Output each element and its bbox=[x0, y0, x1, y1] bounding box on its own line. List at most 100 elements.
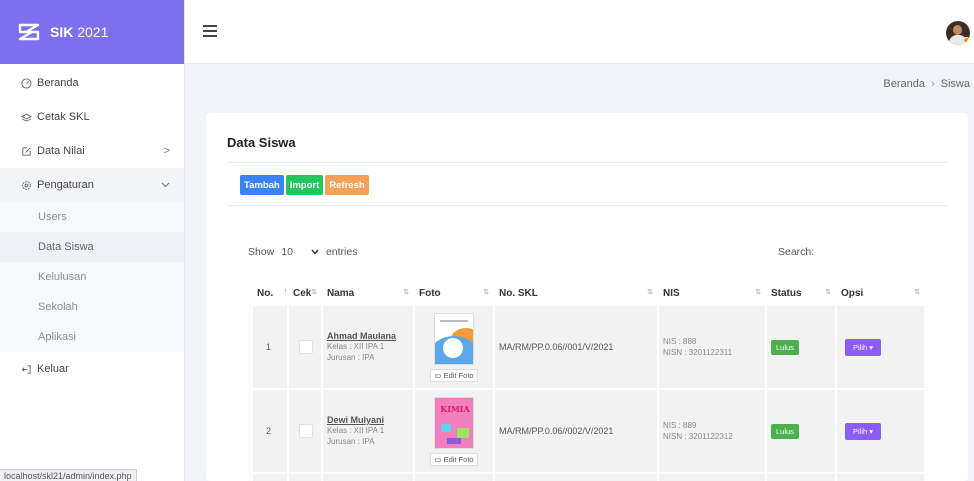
cell-status: Lulus bbox=[767, 390, 835, 472]
status-badge: Lulus bbox=[771, 423, 799, 439]
submenu-item-data-siswa[interactable]: Data Siswa bbox=[0, 232, 184, 262]
cell-no: 2 bbox=[253, 390, 287, 472]
student-name-link[interactable]: Dewi Mulyani bbox=[327, 415, 409, 425]
cell-cek bbox=[289, 390, 321, 472]
sidebar-item-keluar[interactable]: Keluar bbox=[0, 352, 184, 386]
sidebar-item-beranda[interactable]: Beranda bbox=[0, 66, 184, 100]
entries-select-value: 10 bbox=[281, 246, 293, 258]
import-button[interactable]: Import bbox=[285, 175, 324, 195]
student-photo: KIMIA bbox=[434, 396, 474, 449]
nisn-value: NISN : 3201122311 bbox=[663, 348, 733, 357]
col-nama[interactable]: Nama ⇅ bbox=[323, 282, 413, 304]
cell-nis: NIS : 889 NISN : 3201122312 bbox=[659, 390, 765, 472]
student-photo bbox=[434, 312, 474, 365]
submenu-item-users[interactable]: Users bbox=[0, 202, 184, 232]
breadcrumb: Beranda › Siswa bbox=[883, 78, 970, 90]
layers-icon bbox=[19, 110, 33, 124]
entries-label: entries bbox=[325, 246, 358, 258]
status-badge: Lulus bbox=[771, 339, 799, 355]
sidebar: SIK 2021 Beranda Cetak SKL Data Nilai > bbox=[0, 0, 185, 481]
logout-icon bbox=[19, 362, 33, 376]
sort-icon: ⇅ bbox=[647, 289, 653, 296]
sort-icon: ⇅ bbox=[825, 289, 831, 296]
sort-icon: ⇅ bbox=[403, 289, 409, 296]
sidebar-nav: Beranda Cetak SKL Data Nilai > Pengatura… bbox=[0, 64, 184, 386]
divider bbox=[227, 162, 948, 163]
sort-icon: ⇅ bbox=[311, 289, 317, 296]
breadcrumb-separator: › bbox=[930, 78, 935, 90]
breadcrumb-current: Siswa bbox=[940, 78, 970, 90]
brand-title: SIK 2021 bbox=[50, 24, 109, 40]
table-header-row: No. ↑ Cek ⇅ Nama ⇅ Foto ⇅ No. SKL ⇅ NIS ⇅ Stat… bbox=[253, 282, 924, 304]
submenu-item-aplikasi[interactable]: Aplikasi bbox=[0, 322, 184, 352]
breadcrumb-home[interactable]: Beranda bbox=[883, 78, 925, 90]
nisn-value: NISN : 3201122312 bbox=[663, 432, 733, 441]
student-jurusan: Jurusan : IPA bbox=[327, 353, 375, 362]
col-no[interactable]: No. ↑ bbox=[253, 282, 287, 304]
menu-toggle-icon[interactable] bbox=[203, 25, 217, 37]
pilih-dropdown-button[interactable]: Pilih ▾ bbox=[845, 338, 882, 356]
sidebar-item-label: Keluar bbox=[37, 363, 69, 375]
edit-foto-button[interactable]: ▭ Edit Foto bbox=[430, 452, 478, 466]
nis-value: NIS : 889 bbox=[663, 421, 697, 430]
sidebar-item-cetak-skl[interactable]: Cetak SKL bbox=[0, 100, 184, 134]
card-title: Data Siswa bbox=[227, 135, 296, 150]
chevron-down-icon bbox=[311, 247, 319, 258]
cell-status: Lulus bbox=[767, 306, 835, 388]
cell-nama: Ahmad Maulana Kelas : XII IPA 1 Jurusan … bbox=[323, 306, 413, 388]
sidebar-item-pengaturan[interactable]: Pengaturan bbox=[0, 168, 184, 202]
student-kelas: Kelas : XII IPA 1 bbox=[327, 426, 385, 435]
brand-header[interactable]: SIK 2021 bbox=[0, 0, 184, 64]
image-icon: ▭ bbox=[434, 454, 442, 464]
student-name-link[interactable]: Ahmad Maulana bbox=[327, 331, 409, 341]
cell-cek bbox=[289, 306, 321, 388]
search-label: Search: bbox=[778, 246, 815, 258]
edit-foto-button[interactable]: ▭ Edit Foto bbox=[430, 368, 478, 382]
sidebar-submenu: Users Data Siswa Kelulusan Sekolah Aplik… bbox=[0, 202, 184, 352]
cell-opsi: Pilih ▾ bbox=[837, 390, 924, 472]
edit-icon bbox=[19, 144, 33, 158]
row-checkbox[interactable] bbox=[299, 424, 313, 438]
pilih-dropdown-button[interactable]: Pilih ▾ bbox=[845, 422, 882, 440]
sidebar-item-label: Beranda bbox=[37, 77, 79, 89]
image-icon: ▭ bbox=[434, 370, 442, 380]
col-skl[interactable]: No. SKL ⇅ bbox=[495, 282, 657, 304]
row-checkbox[interactable] bbox=[299, 340, 313, 354]
cell-nama: Dewi Mulyani Kelas : XII IPA 1 Jurusan :… bbox=[323, 390, 413, 472]
col-opsi[interactable]: Opsi ⇅ bbox=[837, 282, 924, 304]
col-cek[interactable]: Cek ⇅ bbox=[289, 282, 321, 304]
table-row: 1 Ahmad Maulana Kelas : XII IPA 1 Jurusa… bbox=[253, 306, 924, 388]
sidebar-item-label: Pengaturan bbox=[37, 179, 94, 191]
speedometer-icon bbox=[19, 76, 33, 90]
entries-length: Show 10 entries bbox=[248, 246, 357, 258]
cell-opsi: Pilih ▾ bbox=[837, 306, 924, 388]
thumb-title: KIMIA bbox=[440, 403, 470, 414]
cell-foto: KIMIA ▭ Edit Foto bbox=[415, 390, 493, 472]
sort-icon: ⇅ bbox=[483, 289, 489, 296]
cell-skl: MA/RM/PP.0.06//001/V/2021 bbox=[495, 306, 657, 388]
avatar[interactable] bbox=[946, 21, 970, 45]
sidebar-item-data-nilai[interactable]: Data Nilai > bbox=[0, 134, 184, 168]
divider bbox=[227, 205, 948, 206]
nis-value: NIS : 888 bbox=[663, 337, 697, 346]
col-nis[interactable]: NIS ⇅ bbox=[659, 282, 765, 304]
submenu-item-kelulusan[interactable]: Kelulusan bbox=[0, 262, 184, 292]
siswa-table: No. ↑ Cek ⇅ Nama ⇅ Foto ⇅ No. SKL ⇅ NIS ⇅ Stat… bbox=[251, 280, 926, 481]
submenu-item-sekolah[interactable]: Sekolah bbox=[0, 292, 184, 322]
refresh-button[interactable]: Refresh bbox=[325, 175, 369, 195]
chevron-right-icon: > bbox=[163, 145, 170, 157]
cell-no: 1 bbox=[253, 306, 287, 388]
sidebar-item-label: Data Nilai bbox=[37, 145, 85, 157]
col-status[interactable]: Status ⇅ bbox=[767, 282, 835, 304]
table-row: 2 Dewi Mulyani Kelas : XII IPA 1 Jurusan… bbox=[253, 390, 924, 472]
student-jurusan: Jurusan : IPA bbox=[327, 437, 375, 446]
sort-icon: ⇅ bbox=[914, 289, 920, 296]
chevron-down-icon bbox=[161, 179, 170, 191]
data-siswa-card: Data Siswa Tambah Import Refresh Show 10… bbox=[206, 113, 968, 481]
entries-select[interactable]: 10 bbox=[281, 246, 319, 258]
tambah-button[interactable]: Tambah bbox=[240, 175, 284, 195]
student-kelas: Kelas : XII IPA 1 bbox=[327, 342, 385, 351]
col-foto[interactable]: Foto ⇅ bbox=[415, 282, 493, 304]
cell-nis: NIS : 888 NISN : 3201122311 bbox=[659, 306, 765, 388]
sidebar-item-label: Cetak SKL bbox=[37, 111, 90, 123]
